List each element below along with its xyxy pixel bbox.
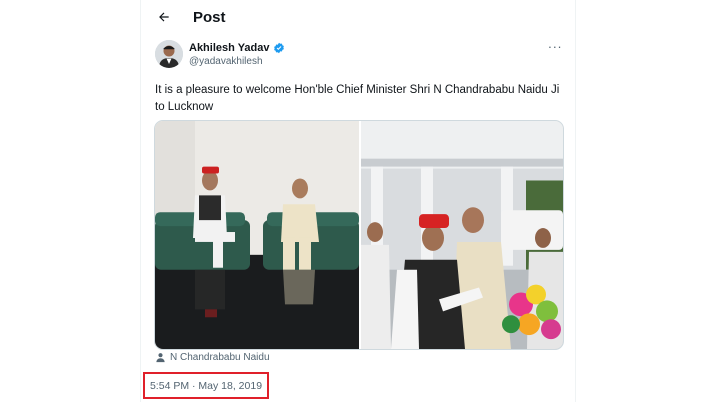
back-button[interactable] <box>147 0 181 34</box>
tweet-author: Akhilesh Yadav @yadavakhilesh ··· <box>155 40 565 74</box>
verified-badge-icon <box>273 42 284 54</box>
media-photo-1[interactable] <box>155 121 359 349</box>
more-horizontal-icon: ··· <box>547 39 563 54</box>
page-title: Post <box>193 8 226 26</box>
tweet-media <box>154 120 564 350</box>
more-options-button[interactable]: ··· <box>545 40 565 60</box>
post-header: Post <box>141 0 575 34</box>
person-icon <box>156 353 165 363</box>
avatar[interactable] <box>155 40 183 68</box>
tagged-person-name: N Chandrababu Naidu <box>170 352 270 363</box>
tweet-timestamp[interactable]: 5:54 PM · May 18, 2019 <box>150 380 262 392</box>
tweet-text: It is a pleasure to welcome Hon'ble Chie… <box>155 84 560 113</box>
media-photo-2[interactable] <box>361 121 563 349</box>
post-column: Post Akhilesh Yadav @yadavakhilesh ··· I… <box>140 0 576 402</box>
photo-embrace-bouquet-image <box>361 121 563 349</box>
user-handle[interactable]: @yadavakhilesh <box>189 56 263 67</box>
display-name[interactable]: Akhilesh Yadav <box>189 42 270 54</box>
photo-seated-meeting-image <box>155 121 359 349</box>
tagged-people[interactable]: N Chandrababu Naidu <box>155 352 270 363</box>
name-row: Akhilesh Yadav <box>189 42 285 54</box>
timestamp-highlight: 5:54 PM · May 18, 2019 <box>143 372 269 399</box>
arrow-left-icon <box>159 12 169 22</box>
